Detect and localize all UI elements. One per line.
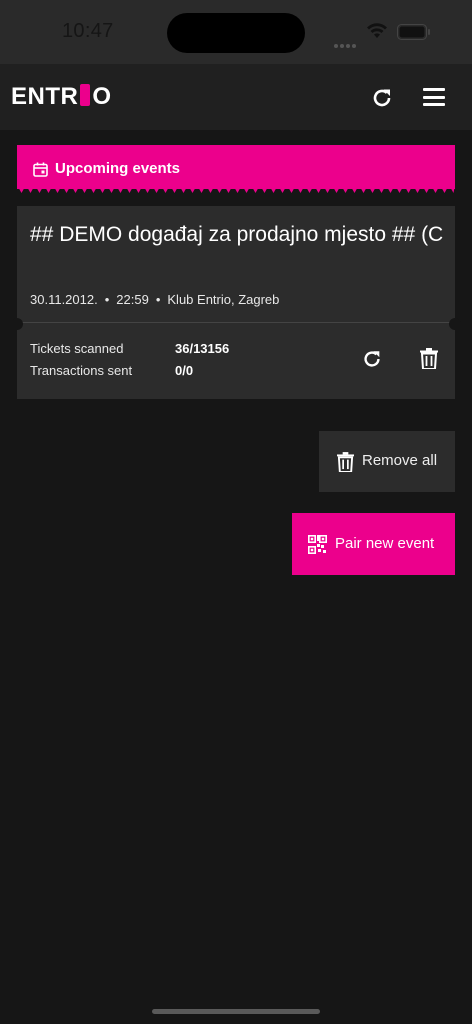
card-divider xyxy=(17,322,455,323)
pair-new-event-button[interactable]: Pair new event xyxy=(292,513,455,575)
hamburger-menu-icon[interactable] xyxy=(423,88,445,106)
pair-new-event-label: Pair new event xyxy=(335,535,435,552)
entrio-logo: ENTR O xyxy=(11,83,112,110)
status-time: 10:47 xyxy=(62,20,114,42)
event-time: 22:59 xyxy=(116,292,149,307)
event-title: ## DEMO događaj za prodajno mjesto ## (C xyxy=(30,223,444,246)
event-date: 30.11.2012. xyxy=(30,292,98,307)
trash-icon xyxy=(337,452,354,472)
remove-all-button[interactable]: Remove all xyxy=(319,431,455,492)
card-notch-right xyxy=(449,318,461,330)
remove-all-label: Remove all xyxy=(362,452,438,469)
event-card[interactable]: ## DEMO događaj za prodajno mjesto ## (C… xyxy=(17,206,455,399)
event-refresh-icon[interactable] xyxy=(361,348,383,370)
upcoming-events-label: Upcoming events xyxy=(55,160,181,177)
banner-zigzag-edge xyxy=(17,185,455,193)
tickets-scanned-label: Tickets scanned xyxy=(30,341,124,356)
event-delete-icon[interactable] xyxy=(420,348,438,369)
home-indicator[interactable] xyxy=(152,1009,320,1014)
logo-ticket-mark xyxy=(80,84,91,106)
wifi-icon xyxy=(367,23,387,38)
status-bar: 10:47 xyxy=(0,0,472,64)
refresh-icon[interactable] xyxy=(370,86,394,110)
transactions-sent-value: 0/0 xyxy=(175,363,194,378)
event-venue: Klub Entrio, Zagreb xyxy=(167,292,280,307)
calendar-icon xyxy=(33,162,48,177)
event-meta: 30.11.2012. • 22:59 • Klub Entrio, Zagreb xyxy=(30,292,280,307)
cellular-signal-icon xyxy=(334,35,360,48)
card-notch-left xyxy=(11,318,23,330)
transactions-sent-label: Transactions sent xyxy=(30,363,133,378)
qr-code-icon xyxy=(308,535,327,554)
battery-icon xyxy=(397,24,430,40)
tickets-scanned-value: 36/13156 xyxy=(175,341,230,356)
dynamic-island xyxy=(167,13,305,53)
